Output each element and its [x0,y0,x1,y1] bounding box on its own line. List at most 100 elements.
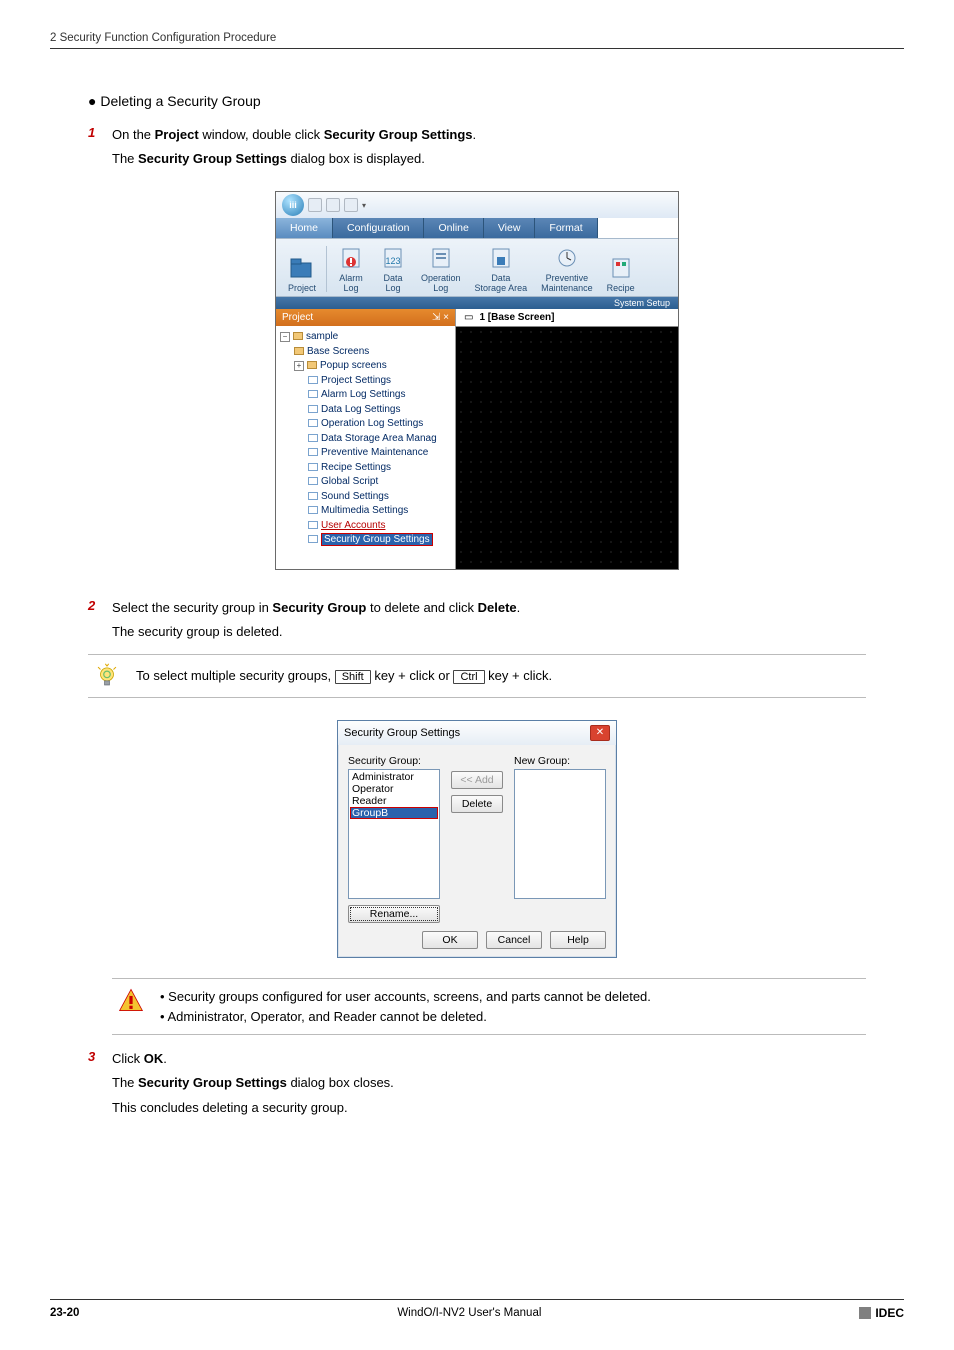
ribbon-recipe[interactable]: Recipe [601,244,641,294]
dialog-footer: OK Cancel Help [348,923,606,949]
tab-format[interactable]: Format [535,218,597,238]
tab-view[interactable]: View [484,218,536,238]
tree-alarm-log-settings[interactable]: Alarm Log Settings [280,388,451,403]
close-icon[interactable]: ✕ [590,725,610,741]
warning-text: • Security groups configured for user ac… [160,987,651,1026]
dialog-title-text: Security Group Settings [344,727,460,739]
list-item[interactable]: Reader [350,795,438,807]
ribbon-preventive[interactable]: Preventive Maintenance [535,244,599,294]
tree-multimedia-settings[interactable]: Multimedia Settings [280,504,451,519]
label: Preventive Maintenance [541,274,593,294]
text: To select multiple security groups, [136,668,335,683]
tree-security-group-settings[interactable]: Security Group Settings [280,533,451,548]
help-button[interactable]: Help [550,931,606,949]
new-group-listbox[interactable] [514,769,606,899]
text: . [517,600,521,615]
ribbon-project[interactable]: Project [282,244,322,294]
list-item-selected[interactable]: GroupB [350,807,438,819]
step-3-number: 3 [88,1049,102,1121]
app-orb-icon[interactable]: iii [282,194,304,216]
text: key + click or [371,668,454,683]
step-2-body: Select the security group in Security Gr… [112,598,904,646]
qat-save-icon[interactable] [344,198,358,212]
text: to delete and click [366,600,477,615]
label: Data Storage Area [475,274,528,294]
ok-button[interactable]: OK [422,931,478,949]
tree-global-script[interactable]: Global Script [280,475,451,490]
add-button[interactable]: << Add [451,771,503,789]
tree-project-settings[interactable]: Project Settings [280,374,451,389]
workspace: Project ⇲ × −sample Base Screens +Popup … [276,309,678,569]
text: key + click. [485,668,553,683]
step-3-body: Click OK. The Security Group Settings di… [112,1049,904,1121]
text: The security group is deleted. [112,622,904,642]
tab-configuration[interactable]: Configuration [333,218,424,238]
text: Administrator, Operator, and Reader cann… [167,1009,486,1024]
canvas-tab[interactable]: ▭ 1 [Base Screen] [456,309,678,327]
label: Recipe [607,284,635,294]
tip-note: To select multiple security groups, Shif… [88,654,866,698]
label: Data Log [384,274,403,294]
step-1-number: 1 [88,125,102,173]
tree-preventive-maintenance[interactable]: Preventive Maintenance [280,446,451,461]
section-heading-text: Deleting a Security Group [100,93,260,109]
tree-user-accounts[interactable]: User Accounts [280,519,451,534]
qat-open-icon[interactable] [326,198,340,212]
project-tree: −sample Base Screens +Popup screens Proj… [276,326,455,552]
cancel-button[interactable]: Cancel [486,931,542,949]
panel-pin-close-icons[interactable]: ⇲ × [432,312,449,323]
text: Security Group Settings [138,151,287,166]
window-icon: ▭ [464,312,473,323]
text: OK [144,1051,164,1066]
ribbon-body: Project Alarm Log 123 Data Log Operation… [276,238,678,297]
page-number: 23-20 [50,1307,79,1319]
step-3: 3 Click OK. The Security Group Settings … [88,1049,904,1121]
delete-button[interactable]: Delete [451,795,503,813]
ribbon-alarm-log[interactable]: Alarm Log [331,244,371,294]
qat-new-icon[interactable] [308,198,322,212]
ribbon-data-storage[interactable]: Data Storage Area [469,244,534,294]
tree-base-screens[interactable]: Base Screens [280,345,451,360]
canvas-grid[interactable] [456,327,678,569]
manual-title: WindO/I-NV2 User's Manual [397,1307,541,1319]
tree-data-storage[interactable]: Data Storage Area Manag [280,432,451,447]
warning-note: • Security groups configured for user ac… [112,978,866,1035]
rename-button[interactable]: Rename... [348,905,440,923]
tab-online[interactable]: Online [424,218,483,238]
running-header: 2 Security Function Configuration Proced… [50,32,904,49]
text: Security Group Settings [138,1075,287,1090]
step-1: 1 On the Project window, double click Se… [88,125,904,173]
list-item[interactable]: Administrator [350,771,438,783]
tree-sound-settings[interactable]: Sound Settings [280,490,451,505]
keycap: Shift [335,670,371,684]
tree-root[interactable]: −sample [280,330,451,345]
ribbon-operation-log[interactable]: Operation Log [415,244,467,294]
step-1-body: On the Project window, double click Secu… [112,125,904,173]
tree-popup-screens[interactable]: +Popup screens [280,359,451,374]
tip-text: To select multiple security groups, Shif… [136,668,552,684]
tab-home[interactable]: Home [276,218,333,238]
svg-text:123: 123 [386,256,401,266]
text: This concludes deleting a security group… [112,1098,904,1118]
ribbon-data-log[interactable]: 123 Data Log [373,244,413,294]
tree-operation-log-settings[interactable]: Operation Log Settings [280,417,451,432]
label: Project [282,312,313,323]
text: dialog box is displayed. [287,151,425,166]
text: . [163,1051,167,1066]
tree-recipe-settings[interactable]: Recipe Settings [280,461,451,476]
dialog-titlebar: Security Group Settings ✕ [338,721,616,745]
application-window-screenshot: iii ▾ Home Configuration Online View For… [275,191,679,570]
list-item[interactable]: Operator [350,783,438,795]
step-2: 2 Select the security group in Security … [88,598,904,646]
text: dialog box closes. [287,1075,394,1090]
ribbon-tabs: Home Configuration Online View Format [276,218,678,238]
text: Security Group Settings [324,127,473,142]
text: window, double click [199,127,324,142]
tree-data-log-settings[interactable]: Data Log Settings [280,403,451,418]
label: Project [288,284,316,294]
text: The [112,1075,138,1090]
security-group-listbox[interactable]: Administrator Operator Reader GroupB [348,769,440,899]
step-2-number: 2 [88,598,102,646]
page-footer: 23-20 WindO/I-NV2 User's Manual IDEC [50,1299,904,1320]
label: Operation Log [421,274,461,294]
